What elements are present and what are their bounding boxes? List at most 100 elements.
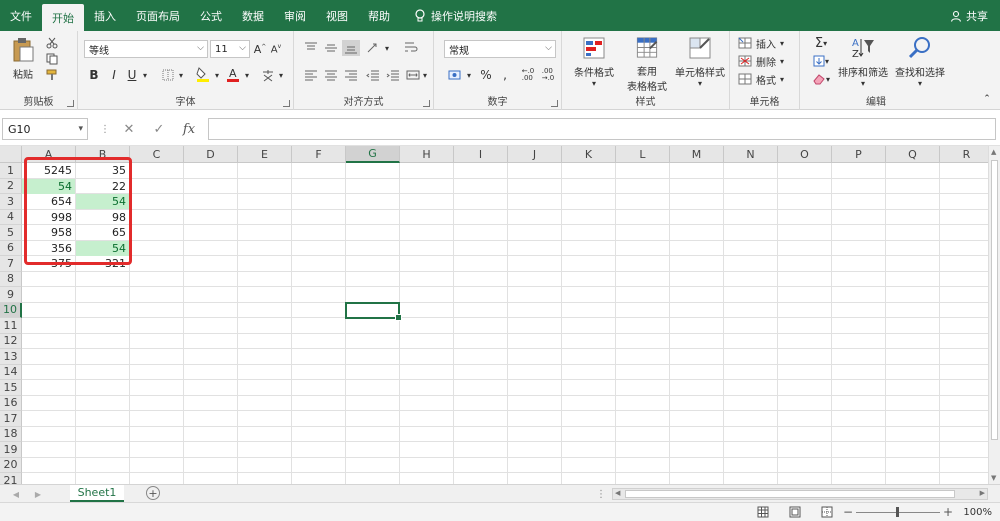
tab-page-layout[interactable]: 页面布局	[126, 0, 190, 31]
accounting-dropdown[interactable]: ▾	[464, 67, 474, 83]
normal-view-button[interactable]	[756, 505, 770, 519]
font-color-button[interactable]: A	[224, 65, 242, 83]
fill-button[interactable]: ▾	[808, 53, 834, 69]
percent-style-button[interactable]: %	[478, 67, 494, 83]
number-format-select[interactable]: 常规 ⌵	[444, 40, 556, 58]
align-right-button[interactable]	[342, 67, 360, 83]
autosum-button[interactable]: Σ ▾	[808, 35, 834, 51]
increase-font-button[interactable]: A^	[253, 41, 267, 57]
underline-button[interactable]: U	[124, 67, 140, 83]
paste-button[interactable]: 粘贴	[8, 36, 38, 82]
horizontal-scroll-thumb[interactable]	[625, 490, 955, 498]
collapse-ribbon-button[interactable]: ⌃	[980, 93, 994, 105]
tab-insert[interactable]: 插入	[84, 0, 126, 31]
clipboard-dialog-launcher[interactable]	[67, 100, 74, 107]
row-header-21[interactable]: 21	[0, 473, 22, 484]
page-break-view-button[interactable]	[820, 505, 834, 519]
scroll-right-arrow[interactable]: ▶	[980, 489, 985, 497]
row-header-9[interactable]: 9	[0, 287, 22, 303]
column-header-e[interactable]: E	[238, 146, 292, 163]
fill-color-dropdown[interactable]: ▾	[212, 67, 222, 83]
zoom-slider-thumb[interactable]	[896, 507, 899, 517]
column-header-r[interactable]: R	[940, 146, 988, 163]
increase-indent-button[interactable]	[384, 67, 402, 83]
cell-styles-button[interactable]: 单元格样式 ▾	[670, 35, 730, 93]
tab-help[interactable]: 帮助	[358, 0, 400, 31]
zoom-out-button[interactable]: −	[842, 505, 854, 519]
align-middle-button[interactable]	[322, 40, 340, 56]
tell-me-search[interactable]: 操作说明搜索	[400, 0, 497, 31]
vertical-scrollbar[interactable]: ▲ ▼	[988, 146, 1000, 484]
delete-cells-button[interactable]: 删除 ▾	[738, 53, 796, 69]
tab-file[interactable]: 文件	[0, 0, 42, 31]
sort-filter-button[interactable]: A Z 排序和筛选 ▾	[836, 35, 890, 93]
zoom-in-button[interactable]: +	[942, 505, 954, 519]
column-header-l[interactable]: L	[616, 146, 670, 163]
italic-button[interactable]: I	[106, 67, 122, 83]
find-select-button[interactable]: 查找和选择 ▾	[892, 35, 948, 93]
decrease-indent-button[interactable]	[364, 67, 382, 83]
scroll-up-arrow[interactable]: ▲	[991, 148, 996, 156]
column-header-m[interactable]: M	[670, 146, 724, 163]
name-box[interactable]: G10 ▾	[2, 118, 88, 140]
format-cells-button[interactable]: 格式 ▾	[738, 71, 796, 87]
wrap-text-button[interactable]	[402, 40, 420, 56]
insert-function-button[interactable]: fx	[178, 119, 200, 139]
scroll-thumb[interactable]	[991, 160, 998, 440]
column-header-k[interactable]: K	[562, 146, 616, 163]
orientation-button[interactable]	[364, 40, 382, 56]
add-sheet-button[interactable]: +	[146, 486, 160, 500]
active-cell-g10[interactable]	[345, 301, 402, 321]
select-all-corner[interactable]	[0, 146, 22, 163]
tab-view[interactable]: 视图	[316, 0, 358, 31]
increase-decimal-button[interactable]: ←.0.00	[520, 67, 536, 83]
column-header-f[interactable]: F	[292, 146, 346, 163]
page-layout-view-button[interactable]	[788, 505, 802, 519]
row-header-17[interactable]: 17	[0, 411, 22, 427]
comma-style-button[interactable]: ,	[498, 67, 512, 83]
merge-dropdown[interactable]: ▾	[420, 67, 430, 83]
row-header-14[interactable]: 14	[0, 364, 22, 380]
row-header-8[interactable]: 8	[0, 271, 22, 287]
tab-review[interactable]: 审阅	[274, 0, 316, 31]
row-header-12[interactable]: 12	[0, 333, 22, 349]
row-header-7[interactable]: 7	[0, 256, 22, 272]
align-top-button[interactable]	[302, 40, 320, 56]
scroll-down-arrow[interactable]: ▼	[991, 474, 996, 482]
row-header-13[interactable]: 13	[0, 349, 22, 365]
insert-cells-button[interactable]: 插入 ▾	[738, 35, 796, 51]
scroll-left-arrow[interactable]: ◀	[615, 489, 620, 497]
align-center-button[interactable]	[322, 67, 340, 83]
row-header-2[interactable]: 2	[0, 178, 22, 194]
column-header-h[interactable]: H	[400, 146, 454, 163]
row-header-15[interactable]: 15	[0, 380, 22, 396]
row-header-10[interactable]: 10	[0, 302, 22, 318]
confirm-entry-button[interactable]: ✓	[148, 119, 170, 139]
column-header-n[interactable]: N	[724, 146, 778, 163]
row-header-20[interactable]: 20	[0, 457, 22, 473]
sheet-tab-sheet1[interactable]: Sheet1	[70, 485, 124, 502]
column-header-q[interactable]: Q	[886, 146, 940, 163]
cut-button[interactable]	[44, 36, 60, 50]
row-header-1[interactable]: 1	[0, 163, 22, 179]
row-header-3[interactable]: 3	[0, 194, 22, 210]
decrease-font-button[interactable]: Av	[269, 41, 283, 57]
format-painter-button[interactable]	[44, 68, 60, 82]
column-header-p[interactable]: P	[832, 146, 886, 163]
clear-button[interactable]: ▾	[808, 71, 834, 87]
borders-dropdown[interactable]: ▾	[176, 67, 186, 83]
font-color-dropdown[interactable]: ▾	[242, 67, 252, 83]
horizontal-scrollbar[interactable]: ◀ ▶	[612, 488, 988, 500]
row-header-4[interactable]: 4	[0, 209, 22, 225]
column-header-d[interactable]: D	[184, 146, 238, 163]
zoom-slider[interactable]	[856, 507, 940, 517]
alignment-dialog-launcher[interactable]	[423, 100, 430, 107]
row-header-16[interactable]: 16	[0, 395, 22, 411]
prev-sheet-button[interactable]: ◀	[10, 488, 22, 500]
cancel-entry-button[interactable]: ✕	[118, 119, 140, 139]
row-header-18[interactable]: 18	[0, 426, 22, 442]
next-sheet-button[interactable]: ▶	[32, 488, 44, 500]
underline-dropdown[interactable]: ▾	[140, 67, 150, 83]
conditional-formatting-button[interactable]: 条件格式 ▾	[566, 35, 622, 93]
accounting-format-button[interactable]	[446, 67, 464, 83]
